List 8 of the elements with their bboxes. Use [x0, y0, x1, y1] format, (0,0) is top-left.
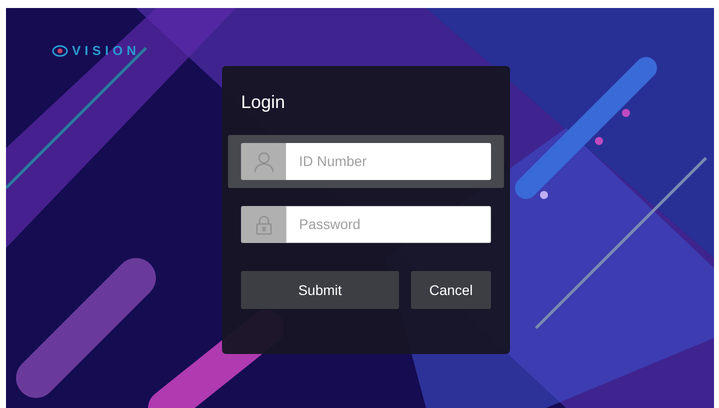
- dialog-title: Login: [241, 93, 286, 111]
- user-icon: [254, 150, 274, 172]
- logo-text: VISION: [72, 44, 140, 57]
- lock-icon: [256, 214, 272, 234]
- eye-icon: [52, 44, 68, 56]
- submit-button[interactable]: Submit: [241, 271, 399, 309]
- input-field[interactable]: Password: [286, 206, 491, 243]
- cancel-button[interactable]: Cancel: [411, 271, 491, 309]
